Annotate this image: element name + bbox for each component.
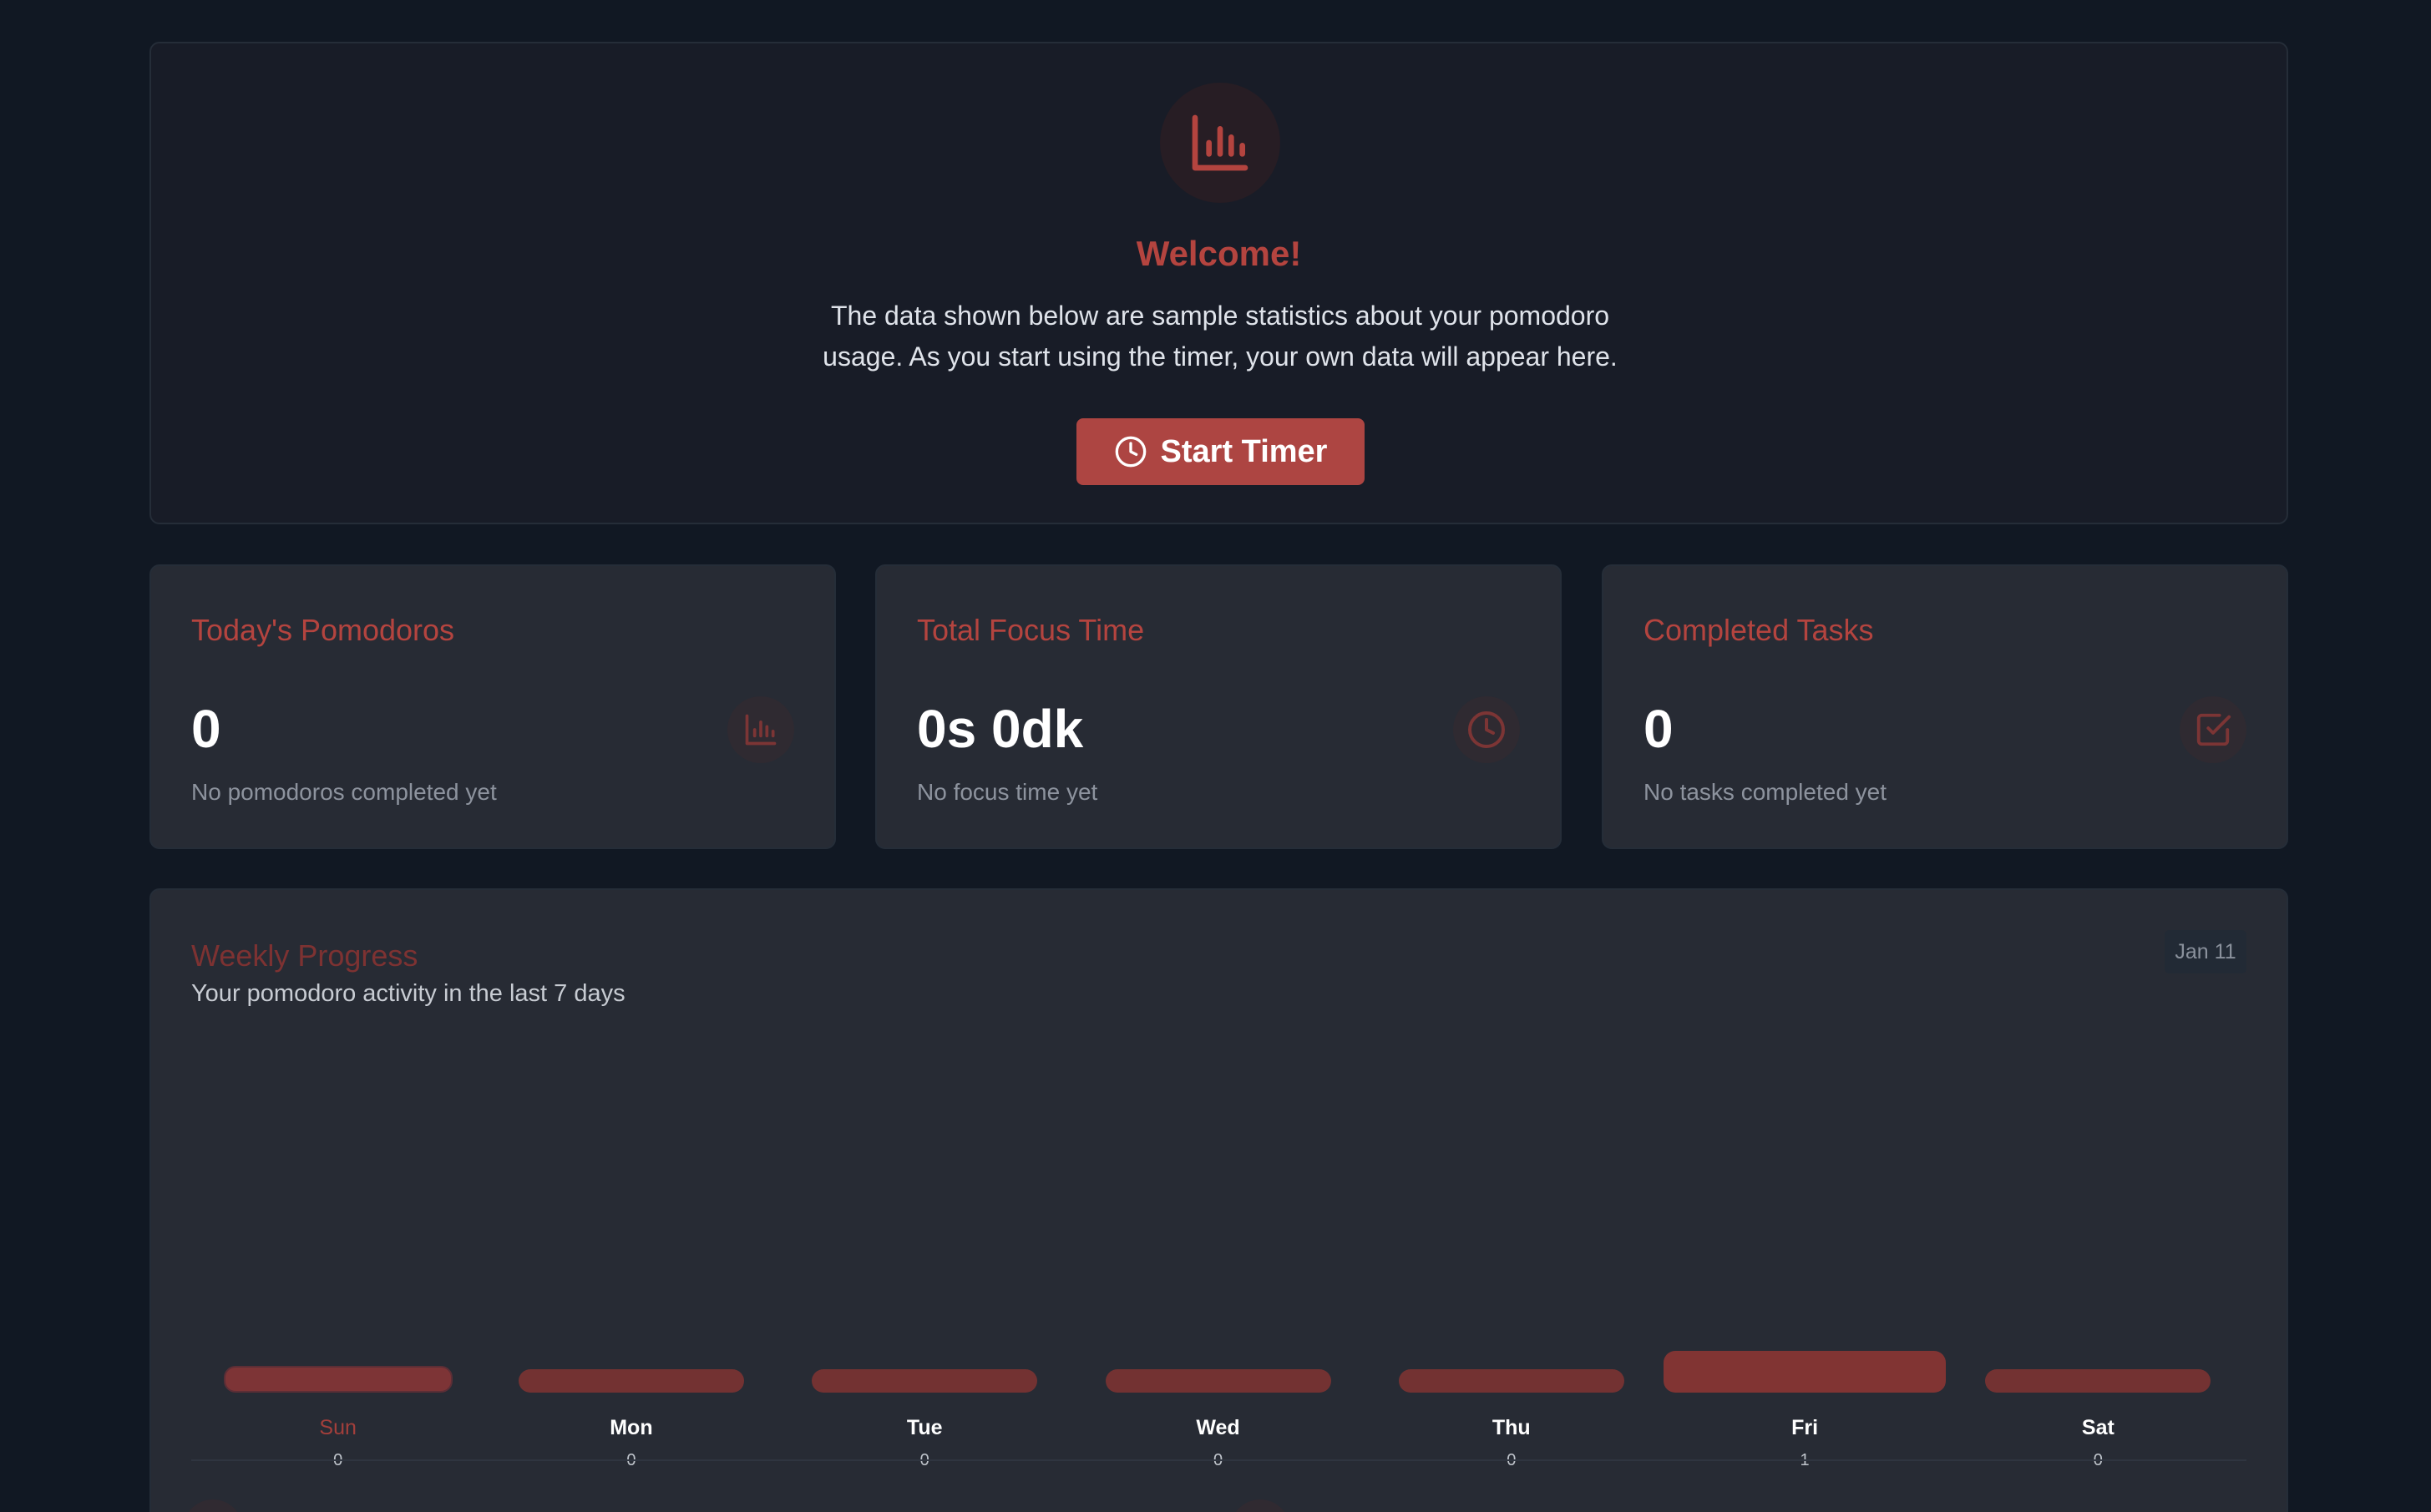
- day-label: Mon: [610, 1416, 653, 1439]
- bar-wed: [1105, 1369, 1331, 1393]
- stat-title: Completed Tasks: [1643, 613, 1874, 647]
- stat-title: Today's Pomodoros: [191, 613, 455, 647]
- day-column-sun[interactable]: Sun0: [200, 1074, 476, 1474]
- stat-icon-circle: [727, 696, 794, 763]
- stat-subtitle: No focus time yet: [917, 779, 1098, 805]
- weekly-progress-card: Weekly Progress Your pomodoro activity i…: [149, 888, 2288, 1512]
- stat-icon-circle: [1453, 696, 1520, 763]
- stat-icon-circle: [2180, 696, 2246, 763]
- stat-title: Total Focus Time: [917, 613, 1145, 647]
- bar-chart-icon: [745, 714, 777, 746]
- clock-icon: [1468, 711, 1505, 748]
- start-timer-label: Start Timer: [1160, 433, 1328, 469]
- date-badge: Jan 11: [2165, 930, 2246, 973]
- weekly-progress-title: Weekly Progress: [191, 938, 418, 973]
- todays-pomodoros-card: Today's Pomodoros 0 No pomodoros complet…: [149, 564, 836, 849]
- welcome-description: The data shown below are sample statisti…: [823, 301, 1618, 372]
- day-label: Sun: [319, 1416, 357, 1439]
- welcome-title: Welcome!: [1136, 234, 1302, 273]
- stats-page: Welcome! The data shown below are sample…: [0, 0, 2431, 1512]
- day-label: Sat: [2081, 1416, 2114, 1439]
- stat-value: 0: [191, 699, 221, 759]
- stat-value: 0: [1643, 699, 1674, 759]
- stat-subtitle: No tasks completed yet: [1643, 779, 1887, 805]
- avatar-icon: [1230, 1499, 1290, 1512]
- bar-thu: [1398, 1369, 1624, 1393]
- completed-tasks-card: Completed Tasks 0 No tasks completed yet: [1602, 564, 2288, 849]
- start-timer-button[interactable]: Start Timer: [1076, 418, 1365, 485]
- clock-icon: [1115, 436, 1146, 468]
- stat-subtitle: No pomodoros completed yet: [191, 779, 497, 805]
- bar-mon: [518, 1369, 744, 1393]
- bar-chart-icon: [1192, 114, 1248, 171]
- day-column-fri[interactable]: Fri1: [1664, 1074, 1947, 1474]
- bar-sat: [1985, 1369, 2211, 1393]
- bar-fri: [1664, 1351, 1947, 1393]
- day-column-tue[interactable]: Tue0: [787, 1074, 1062, 1474]
- day-label: Tue: [906, 1416, 943, 1439]
- weekly-progress-subtitle: Your pomodoro activity in the last 7 day…: [191, 980, 625, 1007]
- day-label: Wed: [1196, 1416, 1240, 1439]
- day-column-thu[interactable]: Thu0: [1374, 1074, 1649, 1474]
- weekly-bar-chart: Sun0Mon0Tue0Wed0Thu0Fri1Sat0: [191, 1074, 2245, 1474]
- total-focus-time-card: Total Focus Time 0s 0dk No focus time ye…: [875, 564, 1562, 849]
- avatar-icon: [183, 1499, 243, 1512]
- bar-tue: [812, 1369, 1038, 1393]
- day-column-sat[interactable]: Sat0: [1960, 1074, 2236, 1474]
- day-column-wed[interactable]: Wed0: [1081, 1074, 1356, 1474]
- welcome-icon-circle: [1160, 83, 1280, 203]
- divider: [191, 1459, 2246, 1461]
- day-column-mon[interactable]: Mon0: [494, 1074, 769, 1474]
- day-label: Fri: [1791, 1416, 1819, 1439]
- stat-value: 0s 0dk: [917, 699, 1084, 759]
- bar-sun: [223, 1366, 453, 1393]
- day-label: Thu: [1492, 1416, 1531, 1439]
- welcome-card: Welcome! The data shown below are sample…: [149, 42, 2288, 524]
- check-square-icon: [2196, 713, 2231, 746]
